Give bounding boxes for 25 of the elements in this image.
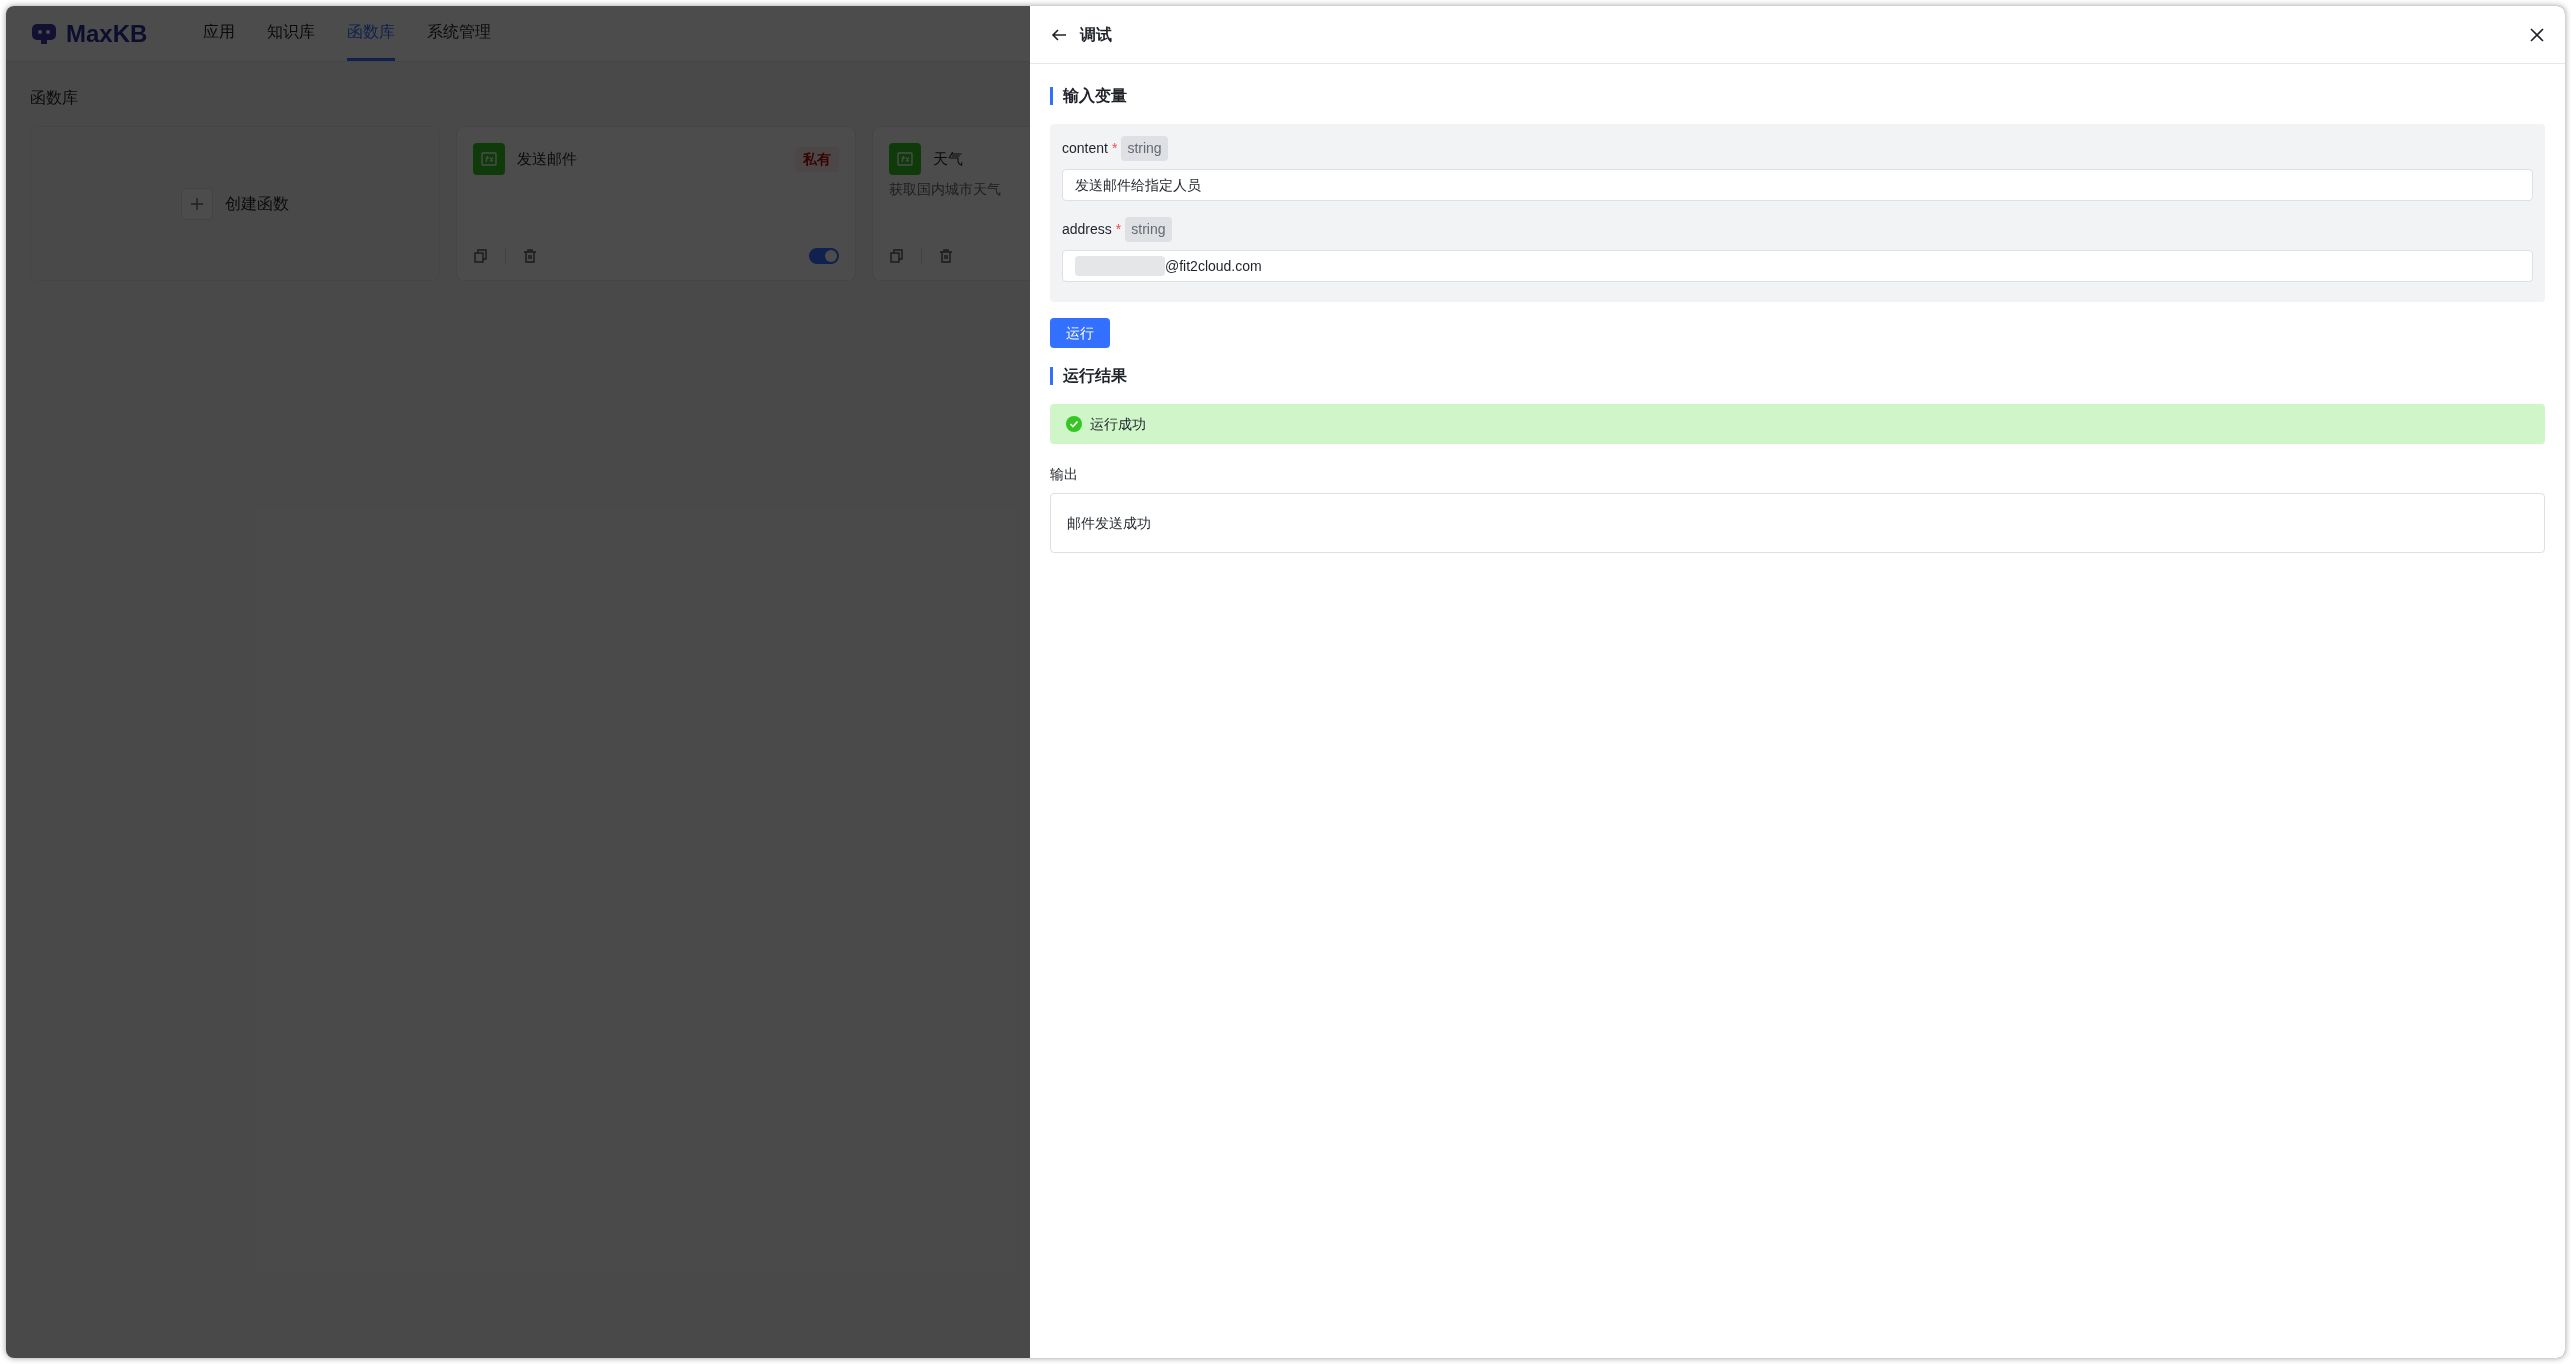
close-icon[interactable] bbox=[2529, 26, 2545, 43]
nav-tab[interactable]: 系统管理 bbox=[427, 6, 492, 61]
run-button[interactable]: 运行 bbox=[1050, 318, 1110, 348]
output-label: 输出 bbox=[1050, 465, 1079, 484]
field-label: content bbox=[1062, 139, 1108, 158]
field-label: address bbox=[1062, 220, 1112, 239]
page-title: 函数库 bbox=[30, 89, 78, 106]
create-function-label: 创建函数 bbox=[225, 193, 289, 214]
nav-tab[interactable]: 知识库 bbox=[267, 6, 316, 61]
output-text: 邮件发送成功 bbox=[1067, 513, 1151, 533]
nav-tab[interactable]: 应用 bbox=[203, 6, 236, 61]
required-mark: * bbox=[1111, 139, 1118, 158]
check-circle-icon bbox=[1066, 416, 1082, 432]
section-heading: 运行结果 bbox=[1063, 366, 1127, 386]
section-heading: 输入变量 bbox=[1063, 86, 1127, 106]
type-tag: string bbox=[1125, 217, 1172, 242]
status-text: 运行成功 bbox=[1090, 414, 1146, 434]
function-name: 天气 bbox=[933, 148, 963, 169]
input-field[interactable]: 发送邮件给指定人员 bbox=[1062, 169, 2533, 201]
drawer-title: 调试 bbox=[1080, 24, 1112, 45]
logo-text: MaxKB bbox=[66, 18, 148, 49]
function-name: 发送邮件 bbox=[517, 148, 577, 169]
type-tag: string bbox=[1121, 136, 1168, 161]
input-field[interactable]: @fit2cloud.com bbox=[1062, 250, 2533, 282]
required-mark: * bbox=[1115, 220, 1122, 239]
